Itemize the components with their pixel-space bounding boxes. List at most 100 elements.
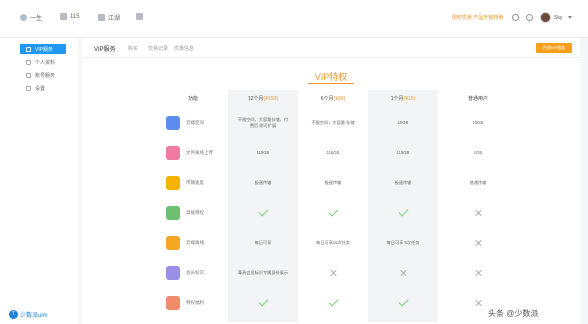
cell-text: 普通传输 [469,179,487,185]
cross-icon [399,269,407,277]
diamond-icon [26,46,31,52]
tab-vip[interactable]: VIP服务 [94,44,116,53]
table-cell: 每日可享 [228,228,298,257]
topbar-item-grid[interactable] [136,13,143,20]
header-price: ¥150 [265,96,277,102]
feature-cell: 云端空间 [158,108,228,137]
header-label: 功能 [187,96,198,102]
topbar-item-chat[interactable]: 江湖 [98,13,120,22]
cell-text: 115GB [396,149,410,155]
table-cell [228,288,298,317]
cross-icon [474,239,482,247]
topbar-item-cloud[interactable]: 115 [60,13,80,20]
feature-icon [166,265,180,280]
promo-link[interactable]: 限时优惠 产品升级特惠 [452,14,503,21]
topbar-item-user[interactable]: 一生 [20,13,42,22]
paren: ) [276,96,279,102]
sidebar-item-profile[interactable]: 个人资料 [20,57,66,67]
topbar-item-label: 一生 [30,16,43,22]
sidebar-item-label: 个人资料 [35,59,56,66]
feature-icon [166,295,180,310]
feature-name: 会员标识 [186,269,204,275]
table-cell: 不限空间，大容量 存储 [298,108,368,137]
main-panel: VIP服务 购买 交易记录 优惠信息 开通VIP服务 VIP特权 功能 12个月(… [82,38,580,324]
header-label: 6个月 [320,96,334,102]
table-cell: 15GB [438,108,518,137]
username[interactable]: Sky [554,15,562,21]
watermark: 头条 @少数派 [488,309,539,318]
table-cell [298,288,368,317]
table-cell: 15GB [368,108,438,137]
cell-text: 15GB [472,119,484,125]
cell-text: 尊贵会员标识专属身份展示 [237,269,289,275]
tab-transactions[interactable]: 交易记录 [148,45,168,52]
cell-text: 极速传输 [394,179,412,185]
cell-text: 115GB [326,149,340,155]
notification-icon[interactable] [526,14,533,21]
sidebar-item-account[interactable]: 账号服务 [20,70,66,80]
paren: ) [413,96,416,102]
feature-cell: 云端离线 [158,228,228,257]
table-cell [368,288,438,317]
sidebar-item-label: 账号服务 [35,72,56,79]
check-icon [258,206,268,216]
table-cell: 极速传输 [368,168,438,197]
feature-cell: 特权福利 [158,288,228,317]
table-row: 文件离线上传 115GB 115GB 115GB 1GB [158,138,518,167]
table-cell: 115GB [228,138,298,167]
cell-text: 115GB [256,149,270,155]
table-cell [298,198,368,227]
cross-icon [474,269,482,277]
section-title: VIP特权 [314,72,348,82]
table-header-cell: 1个月(¥15) [368,90,438,108]
sidebar-item-label: 设置 [35,85,46,92]
feature-name: 特权福利 [186,299,204,305]
table-row: 传输速度 极速传输 极速传输 极速传输 普通传输 [158,168,518,197]
check-icon [398,296,408,306]
feature-name: 高级特权 [186,209,204,215]
table-cell [438,228,518,257]
header-price: ¥90 [335,96,344,102]
table-cell [368,198,438,227]
chevron-down-icon[interactable] [568,16,572,19]
cross-icon [474,209,482,217]
tab-purchase[interactable]: 购买 [128,45,138,52]
tab-bar: VIP服务 购买 交易记录 优惠信息 开通VIP服务 [82,38,580,58]
sidebar-item-label: VIP服务 [35,46,54,53]
sidebar-item-settings[interactable]: 设置 [20,83,66,93]
account-icon [26,72,31,78]
brand-badge: T 少数派uim [6,308,51,320]
feature-cell: 会员标识 [158,258,228,287]
table-cell: 每日可享 5次任务 [368,228,438,257]
feature-name: 云端空间 [186,119,204,125]
table-row: 高级特权 [158,198,518,227]
table-header-cell: 6个月(¥90) [298,90,368,108]
title-underline [308,83,354,84]
help-icon[interactable] [512,14,519,21]
cross-icon [474,299,482,307]
avatar[interactable] [540,12,551,23]
top-bar: 一生 115 江湖 限时优惠 产品升级特惠 Sky [0,0,588,38]
user-icon [20,14,27,21]
open-vip-button[interactable]: 开通VIP服务 [536,43,572,53]
feature-name: 传输速度 [186,179,204,185]
grid-icon [136,13,143,20]
tab-offers[interactable]: 优惠信息 [174,45,194,52]
check-icon [328,206,338,216]
table-row: 特权福利 [158,288,518,317]
sidebar: VIP服务 个人资料 账号服务 设置 [0,38,78,324]
cell-text: 每日可享 5次任务 [386,239,420,245]
topbar-item-label: 115 [70,13,80,20]
table-cell [438,198,518,227]
table-row: 会员标识 尊贵会员标识专属身份展示 [158,258,518,287]
sidebar-item-vip[interactable]: VIP服务 [20,44,66,54]
table-cell: 极速传输 [298,168,368,197]
feature-cell: 高级特权 [158,198,228,227]
check-icon [398,206,408,216]
chat-icon [98,14,105,21]
feature-icon [166,175,180,190]
feature-cell: 传输速度 [158,168,228,197]
table-cell [298,258,368,287]
table-cell: 不限空间，大容量存储，付费后 即可扩展 [228,108,298,137]
cell-text: 不限空间，大容量 存储 [311,119,355,125]
